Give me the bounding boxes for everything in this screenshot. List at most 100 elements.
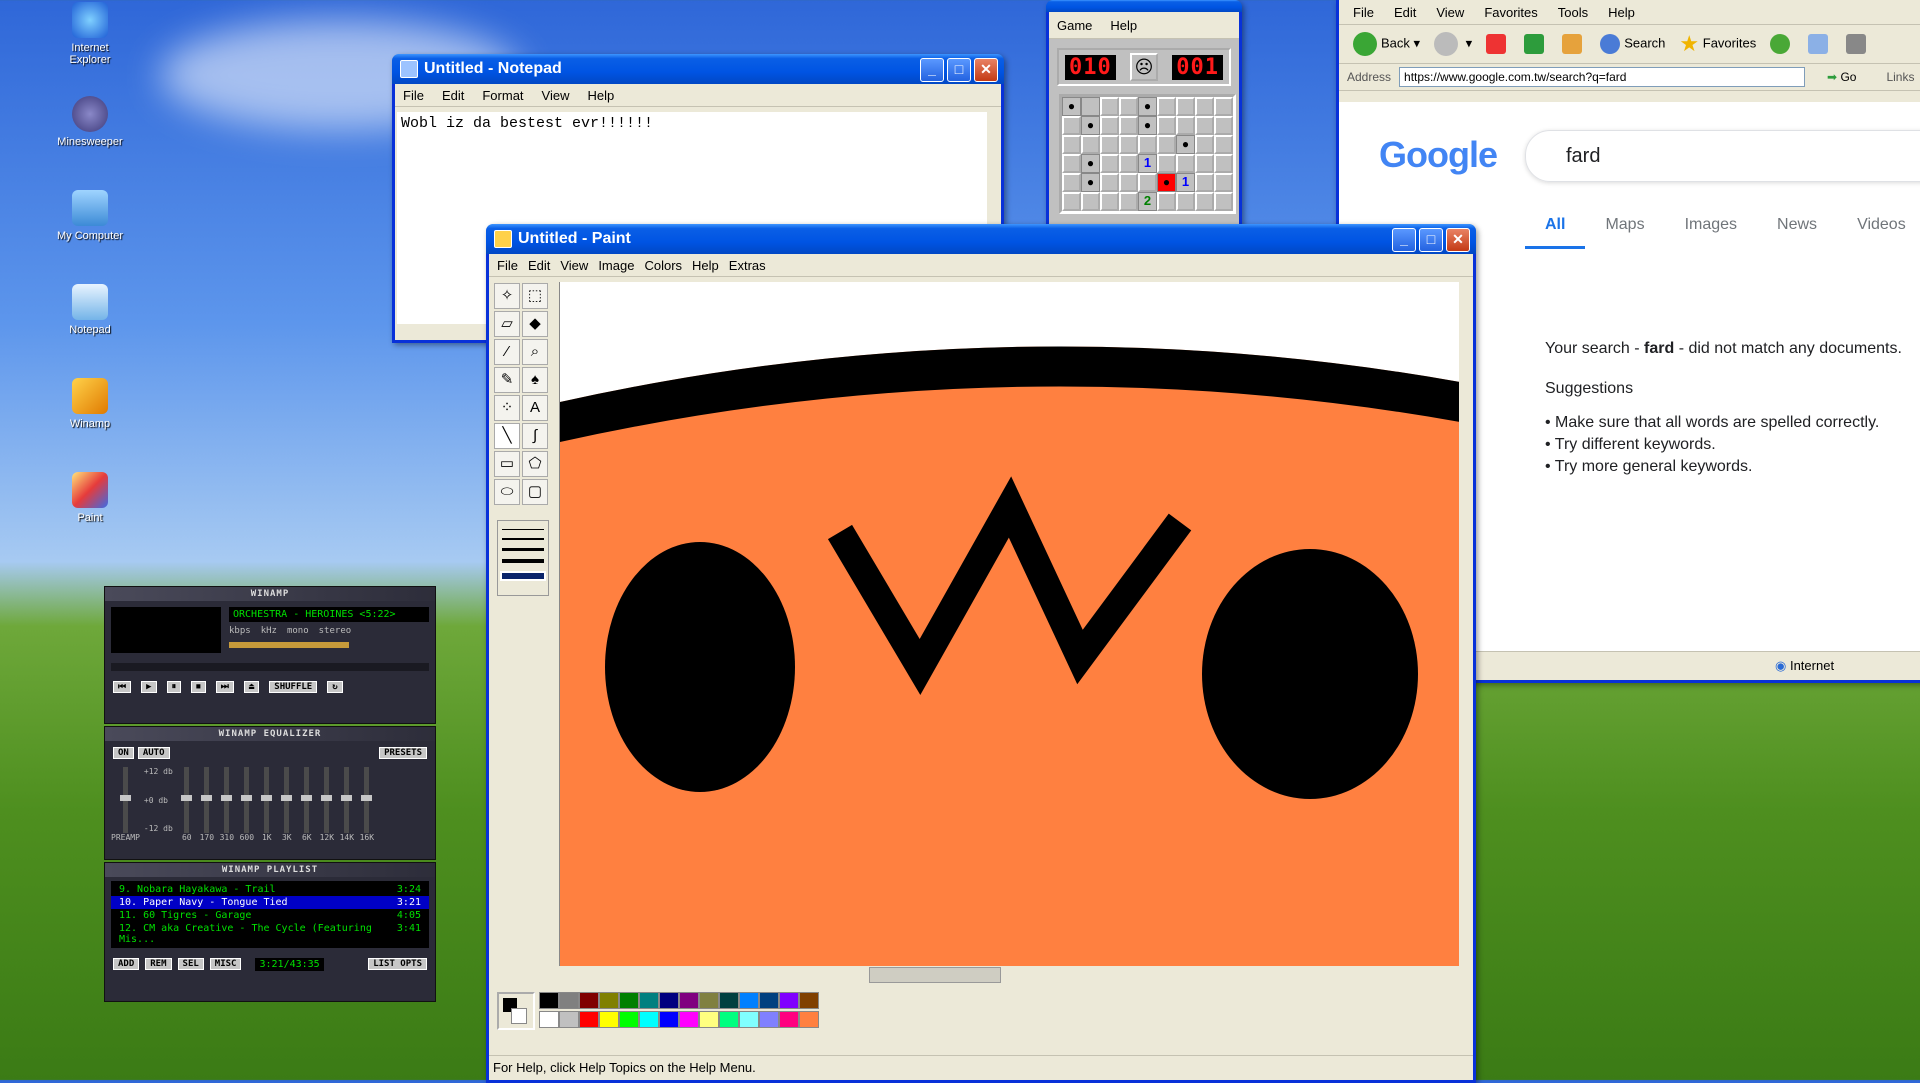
color-swatch[interactable]: [679, 992, 699, 1009]
grid-cell[interactable]: [1214, 173, 1233, 192]
desktop-icon-notepad[interactable]: Notepad: [54, 284, 126, 336]
menu-file[interactable]: File: [497, 258, 518, 273]
playlist-item[interactable]: 11. 60 Tigres - Garage 4:05: [111, 909, 429, 922]
color-swatch[interactable]: [739, 1011, 759, 1028]
horizontal-scrollbar[interactable]: [559, 966, 1459, 983]
polygon-tool[interactable]: ⬠: [522, 451, 548, 477]
grid-cell[interactable]: [1176, 97, 1195, 116]
rectangle-tool[interactable]: ▭: [494, 451, 520, 477]
line-tool[interactable]: ╲: [494, 423, 520, 449]
grid-cell[interactable]: [1138, 135, 1157, 154]
grid-cell[interactable]: [1100, 192, 1119, 211]
grid-cell[interactable]: [1195, 97, 1214, 116]
grid-cell[interactable]: [1100, 173, 1119, 192]
grid-cell[interactable]: [1119, 192, 1138, 211]
go-button[interactable]: ➡ Go: [1827, 70, 1856, 84]
fill-tool[interactable]: ◆: [522, 311, 548, 337]
volume-slider[interactable]: [229, 642, 349, 648]
menu-view[interactable]: View: [542, 88, 570, 103]
mail-icon[interactable]: [1808, 34, 1829, 54]
playlist-title[interactable]: WINAMP PLAYLIST: [105, 863, 435, 877]
links-button[interactable]: Links: [1886, 70, 1914, 84]
grid-cell[interactable]: [1214, 192, 1233, 211]
eject-button[interactable]: ⏏: [243, 681, 260, 693]
grid-cell[interactable]: [1195, 116, 1214, 135]
grid-cell[interactable]: [1100, 135, 1119, 154]
menu-view[interactable]: View: [1436, 5, 1464, 20]
tab-all[interactable]: All: [1525, 216, 1586, 249]
color-swatch[interactable]: [699, 992, 719, 1009]
eq-band-slider[interactable]: [301, 767, 313, 833]
color-swatch[interactable]: [599, 992, 619, 1009]
menu-extras[interactable]: Extras: [729, 258, 766, 273]
tab-news[interactable]: News: [1757, 216, 1837, 249]
grid-cell[interactable]: [1157, 135, 1176, 154]
forward-button[interactable]: ▾: [1434, 32, 1472, 56]
grid-cell[interactable]: [1195, 192, 1214, 211]
color-swatch[interactable]: [659, 1011, 679, 1028]
tab-images[interactable]: Images: [1665, 216, 1757, 249]
play-button[interactable]: ▶: [141, 681, 157, 693]
previous-button[interactable]: ⏮: [113, 681, 132, 693]
song-title-display[interactable]: ORCHESTRA - HEROINES <5:22>: [229, 607, 429, 622]
color-swatch[interactable]: [759, 1011, 779, 1028]
menu-edit[interactable]: Edit: [1394, 5, 1416, 20]
eq-band-slider[interactable]: [341, 767, 353, 833]
grid-cell[interactable]: [1214, 135, 1233, 154]
home-icon[interactable]: [1562, 34, 1583, 54]
brush-tool[interactable]: ♠: [522, 367, 548, 393]
close-button[interactable]: ✕: [974, 58, 998, 82]
search-button[interactable]: Search: [1600, 34, 1665, 54]
list-opts-button[interactable]: LIST OPTS: [368, 958, 427, 970]
minesweeper-titlebar[interactable]: [1046, 0, 1242, 12]
eq-band-slider[interactable]: [201, 767, 213, 833]
menu-help[interactable]: Help: [692, 258, 719, 273]
grid-cell[interactable]: [1157, 154, 1176, 173]
grid-cell[interactable]: [1081, 192, 1100, 211]
menu-help[interactable]: Help: [587, 88, 614, 103]
magnifier-tool[interactable]: ⌕: [522, 339, 548, 365]
color-swatch[interactable]: [539, 1011, 559, 1028]
favorites-button[interactable]: ★ Favorites: [1679, 31, 1756, 57]
shuffle-button[interactable]: SHUFFLE: [269, 681, 318, 693]
color-swatch[interactable]: [579, 1011, 599, 1028]
playlist-item[interactable]: 12. CM aka Creative - The Cycle (Featuri…: [111, 922, 429, 946]
color-swatch[interactable]: [539, 992, 559, 1009]
minimize-button[interactable]: _: [920, 58, 944, 82]
grid-cell[interactable]: [1195, 154, 1214, 173]
playlist-misc-button[interactable]: MISC: [209, 958, 242, 970]
stop-button[interactable]: ⏹: [191, 681, 206, 693]
winamp-title[interactable]: WINAMP: [105, 587, 435, 601]
eq-band-slider[interactable]: [261, 767, 273, 833]
color-swatch[interactable]: [719, 992, 739, 1009]
ellipse-tool[interactable]: ⬭: [494, 479, 520, 505]
color-picker-tool[interactable]: ⁄: [494, 339, 520, 365]
playlist-remove-button[interactable]: REM: [145, 958, 172, 970]
free-select-tool[interactable]: ✧: [494, 283, 520, 309]
color-swatch[interactable]: [559, 1011, 579, 1028]
back-button[interactable]: Back ▾: [1353, 32, 1420, 56]
close-button[interactable]: ✕: [1446, 228, 1470, 252]
rect-select-tool[interactable]: ⬚: [522, 283, 548, 309]
grid-cell[interactable]: [1100, 154, 1119, 173]
grid-cell[interactable]: [1176, 116, 1195, 135]
menu-colors[interactable]: Colors: [644, 258, 682, 273]
desktop-icon-minesweeper[interactable]: Minesweeper: [54, 96, 126, 148]
color-swatch[interactable]: [599, 1011, 619, 1028]
menu-edit[interactable]: Edit: [442, 88, 464, 103]
menu-image[interactable]: Image: [598, 258, 634, 273]
grid-cell[interactable]: [1119, 116, 1138, 135]
menu-edit[interactable]: Edit: [528, 258, 550, 273]
color-swatch[interactable]: [699, 1011, 719, 1028]
grid-cell[interactable]: [1195, 173, 1214, 192]
menu-view[interactable]: View: [560, 258, 588, 273]
color-swatch[interactable]: [759, 992, 779, 1009]
color-swatch[interactable]: [719, 1011, 739, 1028]
grid-cell[interactable]: [1214, 97, 1233, 116]
eq-band-slider[interactable]: [321, 767, 333, 833]
eraser-tool[interactable]: ▱: [494, 311, 520, 337]
maximize-button[interactable]: □: [947, 58, 971, 82]
curve-tool[interactable]: ∫: [522, 423, 548, 449]
address-input[interactable]: https://www.google.com.tw/search?q=fard: [1399, 67, 1806, 87]
menu-tools[interactable]: Tools: [1558, 5, 1588, 20]
